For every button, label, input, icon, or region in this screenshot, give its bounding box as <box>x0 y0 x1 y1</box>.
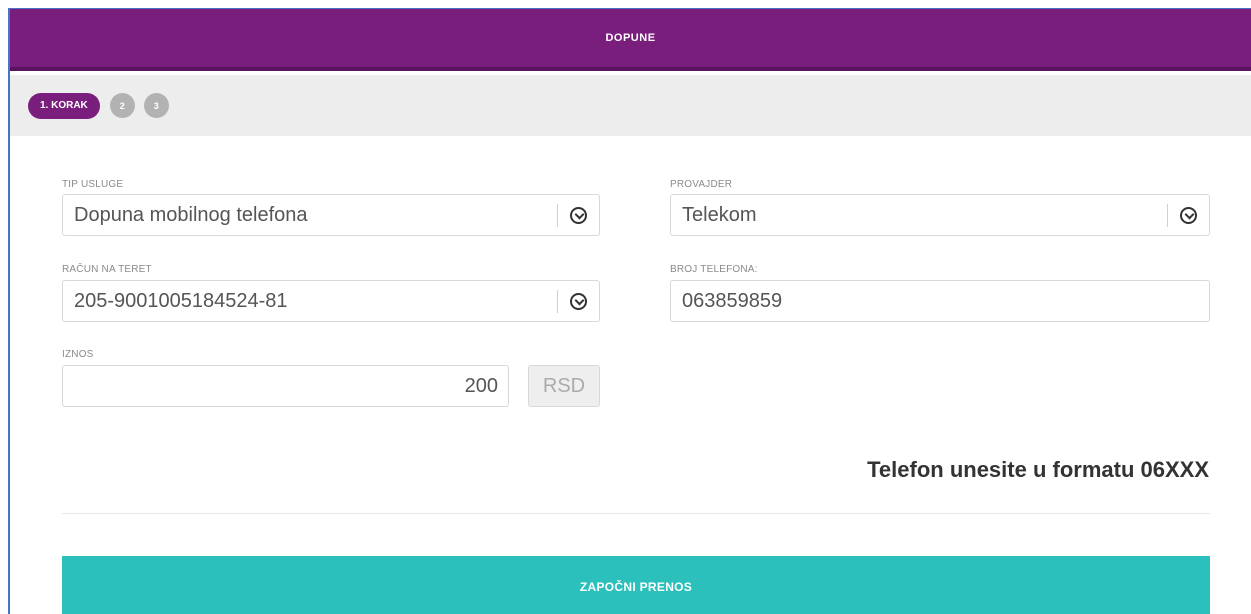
select-separator <box>1167 204 1168 227</box>
start-transfer-button[interactable]: ZAPOČNI PRENOS <box>62 556 1210 614</box>
amount-input[interactable]: 200 <box>62 365 509 407</box>
account-label: RAČUN NA TERET <box>62 264 152 275</box>
provider-select[interactable]: Telekom <box>670 194 1210 236</box>
service-type-value: Dopuna mobilnog telefona <box>74 203 308 226</box>
account-value: 205-9001005184524-81 <box>74 289 288 312</box>
amount-value: 200 <box>464 374 498 397</box>
currency-badge: RSD <box>528 365 600 407</box>
chevron-down-circle-icon[interactable] <box>570 293 587 310</box>
chevron-down-circle-icon[interactable] <box>1180 207 1197 224</box>
phone-input[interactable]: 063859859 <box>670 280 1210 322</box>
service-type-label: TIP USLUGE <box>62 179 124 190</box>
service-type-select[interactable]: Dopuna mobilnog telefona <box>62 194 600 236</box>
step-3[interactable]: 3 <box>143 93 169 118</box>
step-2[interactable]: 2 <box>109 93 135 118</box>
divider <box>62 513 1210 514</box>
phone-value: 063859859 <box>682 289 783 312</box>
select-separator <box>557 204 558 227</box>
account-select[interactable]: 205-9001005184524-81 <box>62 280 600 322</box>
app-frame: DOPUNE 1. KORAK 2 3 TIP USLUGE Dopuna mo… <box>8 8 1251 614</box>
page-header: DOPUNE <box>10 9 1251 71</box>
select-separator <box>557 290 558 313</box>
provider-label: PROVAJDER <box>670 179 733 190</box>
phone-label: BROJ TELEFONA: <box>670 264 758 275</box>
steps-bar: 1. KORAK 2 3 <box>10 75 1251 136</box>
provider-value: Telekom <box>682 203 757 226</box>
chevron-down-circle-icon[interactable] <box>570 207 587 224</box>
step-1-active[interactable]: 1. KORAK <box>28 92 100 119</box>
phone-format-hint: Telefon unesite u formatu 06XXX <box>867 457 1209 482</box>
amount-label: IZNOS <box>62 349 94 360</box>
page-title: DOPUNE <box>605 32 656 44</box>
